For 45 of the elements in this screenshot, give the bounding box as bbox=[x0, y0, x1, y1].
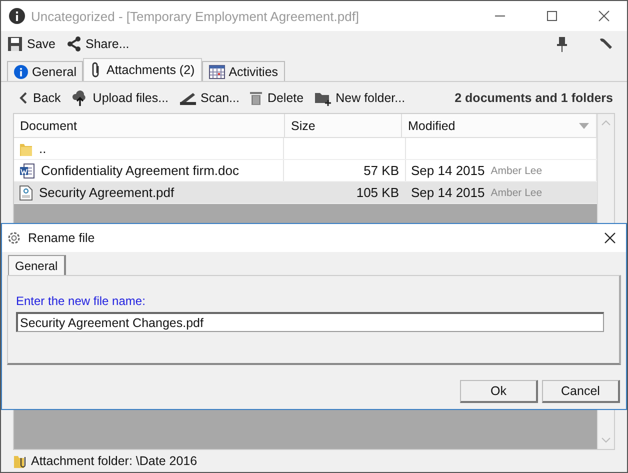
author-name: Amber Lee bbox=[490, 164, 542, 176]
file-name: Confidentiality Agreement firm.doc bbox=[41, 163, 239, 178]
pin-icon[interactable] bbox=[555, 36, 569, 52]
file-name-field[interactable]: Security Agreement Changes.pdf bbox=[16, 312, 604, 332]
toolbar-button[interactable]: Save bbox=[7, 36, 56, 52]
file-name: .. bbox=[39, 141, 46, 156]
attachment-folder-path: Attachment folder: \Date 2016 bbox=[31, 454, 198, 468]
sort-arrow-icon bbox=[579, 123, 589, 129]
action-button[interactable]: Scan... bbox=[178, 90, 240, 106]
modified-date: Sep 14 2015 bbox=[411, 163, 485, 178]
tab[interactable]: General bbox=[8, 255, 66, 275]
dialog-title: Rename file bbox=[28, 231, 95, 245]
field-label: Enter the new file name: bbox=[16, 294, 146, 308]
info-icon bbox=[9, 8, 25, 24]
dialog-button[interactable]: Cancel bbox=[542, 380, 620, 402]
word-document-icon bbox=[19, 162, 35, 178]
modified-date: Sep 14 2015 bbox=[411, 185, 485, 200]
tab[interactable]: Attachments (2) bbox=[83, 58, 202, 81]
action-button[interactable]: New folder... bbox=[314, 90, 406, 106]
file-row[interactable]: .. bbox=[14, 138, 597, 160]
share-icon bbox=[66, 36, 82, 52]
action-button[interactable]: Delete bbox=[249, 90, 304, 106]
close-icon[interactable] bbox=[604, 232, 616, 244]
trash-icon bbox=[249, 90, 264, 106]
file-size: 105 KB bbox=[356, 185, 399, 200]
file-size: 57 KB bbox=[364, 163, 399, 178]
document-count: 2 documents and 1 folders bbox=[454, 90, 613, 104]
column-header[interactable]: Document bbox=[14, 114, 285, 137]
tab[interactable]: General bbox=[7, 61, 84, 81]
dialog-button[interactable]: Ok bbox=[460, 380, 538, 402]
pdf-file-icon bbox=[19, 184, 33, 200]
window-title: Uncategorized - [Temporary Employment Agreement.pdf] bbox=[31, 8, 360, 24]
info-icon bbox=[14, 64, 28, 78]
file-name: Security Agreement.pdf bbox=[39, 185, 174, 200]
author-name: Amber Lee bbox=[490, 186, 542, 198]
toolbar-button[interactable]: Share... bbox=[66, 36, 130, 52]
action-button[interactable]: Back bbox=[17, 90, 61, 104]
maximize-icon[interactable] bbox=[546, 10, 558, 22]
close-icon[interactable] bbox=[598, 10, 610, 22]
action-button[interactable]: Upload files... bbox=[70, 90, 169, 106]
file-row[interactable]: Security Agreement.pdf 105 KB Sep 14 2015 Amber Lee bbox=[14, 182, 597, 204]
column-header[interactable]: Size bbox=[285, 114, 402, 137]
gear-icon bbox=[6, 230, 22, 246]
tab[interactable]: Activities bbox=[202, 61, 286, 81]
calendar-icon bbox=[208, 64, 225, 78]
